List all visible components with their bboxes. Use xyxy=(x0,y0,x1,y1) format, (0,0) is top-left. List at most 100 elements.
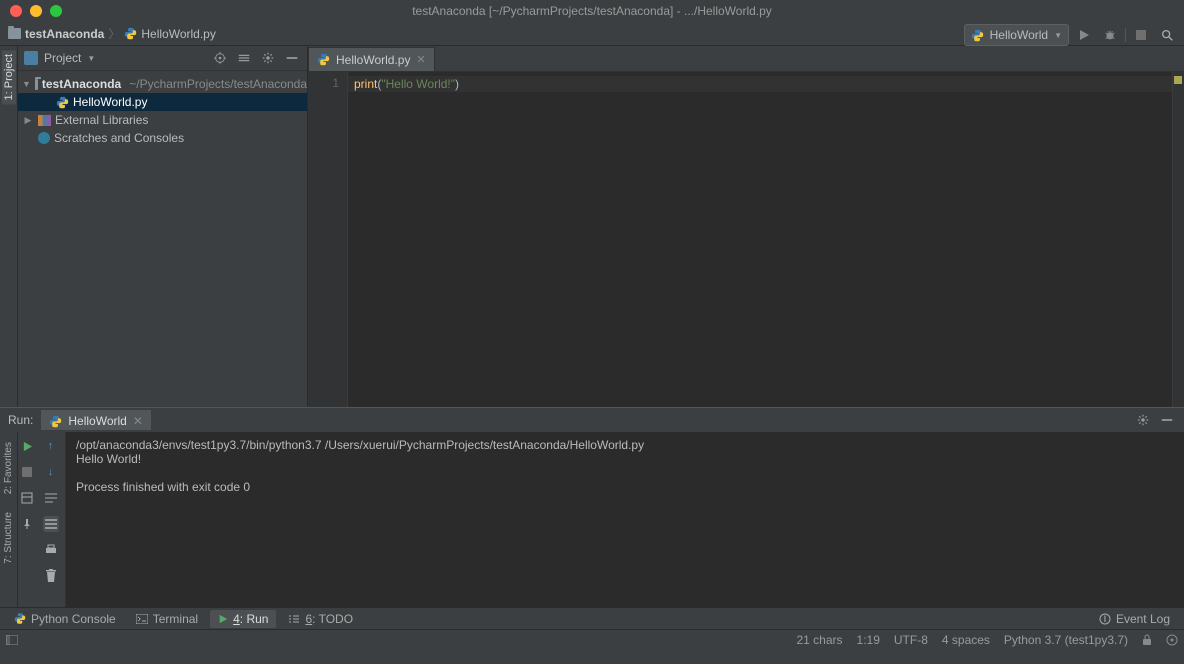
status-indent[interactable]: 4 spaces xyxy=(942,633,990,647)
python-icon xyxy=(14,613,26,625)
tree-scratches[interactable]: Scratches and Consoles xyxy=(18,129,307,147)
tab-run[interactable]: 4: Run xyxy=(210,610,276,628)
code-area[interactable]: print("Hello World!") xyxy=(348,72,1172,407)
run-tool-window: Run: HelloWorld ✕ 2: Favorites 7: Struct… xyxy=(0,407,1184,607)
run-config-label: HelloWorld xyxy=(990,28,1048,42)
trash-icon[interactable] xyxy=(43,568,59,584)
editor-tab-label: HelloWorld.py xyxy=(336,53,410,67)
tab-python-console-label: Python Console xyxy=(31,612,116,626)
status-tool-window-icon[interactable] xyxy=(6,635,18,645)
traffic-lights xyxy=(0,5,62,17)
toolbar-separator xyxy=(1125,28,1126,42)
tool-tab-structure[interactable]: 7: Structure xyxy=(2,508,15,568)
scratches-icon xyxy=(38,132,50,144)
event-log-icon: i xyxy=(1099,613,1111,625)
expand-all-icon[interactable] xyxy=(235,49,253,67)
layout-icon[interactable] xyxy=(19,490,35,506)
breadcrumb-file[interactable]: HelloWorld.py xyxy=(124,27,215,41)
console-line-4: Process finished with exit code 0 xyxy=(76,480,250,494)
run-settings-gear-icon[interactable] xyxy=(1136,413,1150,427)
tree-external-libraries[interactable]: ▶ External Libraries xyxy=(18,111,307,129)
status-interpreter[interactable]: Python 3.7 (test1py3.7) xyxy=(1004,633,1128,647)
close-run-tab-icon[interactable]: ✕ xyxy=(133,414,143,428)
project-view-title[interactable]: Project xyxy=(44,51,81,65)
tab-todo-label: 6: TODO xyxy=(305,612,353,626)
folder-icon xyxy=(8,28,21,39)
svg-text:i: i xyxy=(1104,613,1107,625)
run-console-output[interactable]: /opt/anaconda3/envs/test1py3.7/bin/pytho… xyxy=(66,432,1184,607)
pin-icon[interactable] xyxy=(19,516,35,532)
code-token-function: print xyxy=(354,77,377,91)
locate-file-icon[interactable] xyxy=(211,49,229,67)
status-lock-icon[interactable] xyxy=(1142,634,1152,646)
search-everywhere-button[interactable] xyxy=(1156,24,1178,46)
tab-terminal[interactable]: Terminal xyxy=(128,610,206,628)
scroll-to-end-icon[interactable] xyxy=(43,516,59,532)
editor-area: HelloWorld.py ✕ 1 print("Hello World!") xyxy=(308,46,1184,407)
status-inspector-icon[interactable] xyxy=(1166,634,1178,646)
run-config-selector[interactable]: HelloWorld ▼ xyxy=(964,24,1069,46)
run-toolbar: HelloWorld ▼ xyxy=(964,24,1178,46)
tab-event-log[interactable]: i Event Log xyxy=(1091,610,1178,628)
run-toolbar-primary xyxy=(18,432,36,607)
tool-tab-project[interactable]: 1: Project xyxy=(2,50,16,104)
editor-marker-stripe[interactable] xyxy=(1172,72,1184,407)
status-encoding[interactable]: UTF-8 xyxy=(894,633,928,647)
minimize-window-button[interactable] xyxy=(30,5,42,17)
expand-toggle-icon[interactable]: ▶ xyxy=(22,115,34,126)
chevron-down-icon: ▼ xyxy=(1054,31,1062,40)
run-button[interactable] xyxy=(1073,24,1095,46)
stop-button[interactable] xyxy=(1130,24,1152,46)
run-label: Run: xyxy=(8,413,33,427)
code-token-string: "Hello World!" xyxy=(381,77,455,91)
todo-icon xyxy=(288,614,300,624)
tab-terminal-label: Terminal xyxy=(153,612,198,626)
python-icon xyxy=(971,29,984,42)
left-tool-stripe: 1: Project xyxy=(0,46,18,407)
project-view-icon xyxy=(24,51,38,65)
editor-tab-helloworld[interactable]: HelloWorld.py ✕ xyxy=(308,47,435,71)
tree-external-label: External Libraries xyxy=(55,113,148,127)
breadcrumb-project-label: testAnaconda xyxy=(25,27,104,41)
tree-root-path: ~/PycharmProjects/testAnaconda xyxy=(129,77,307,91)
run-tab-helloworld[interactable]: HelloWorld ✕ xyxy=(41,410,151,430)
debug-button[interactable] xyxy=(1099,24,1121,46)
left-tool-stripe-lower: 2: Favorites 7: Structure xyxy=(0,432,18,607)
tab-run-label: 4: Run xyxy=(233,612,268,626)
project-header: Project ▼ xyxy=(18,46,307,71)
warning-marker-icon[interactable] xyxy=(1174,76,1182,84)
up-stack-icon[interactable]: ↑ xyxy=(43,438,59,454)
stop-run-button[interactable] xyxy=(19,464,35,480)
close-window-button[interactable] xyxy=(10,5,22,17)
bottom-tool-tabs: Python Console Terminal 4: Run 6: TODO i… xyxy=(0,607,1184,629)
status-chars: 21 chars xyxy=(797,633,843,647)
library-icon xyxy=(38,115,51,126)
soft-wrap-icon[interactable] xyxy=(43,490,59,506)
chevron-down-icon[interactable]: ▼ xyxy=(87,54,95,63)
status-cursor-pos[interactable]: 1:19 xyxy=(857,633,880,647)
breadcrumb-project[interactable]: testAnaconda xyxy=(8,27,104,41)
editor-body[interactable]: 1 print("Hello World!") xyxy=(308,72,1184,407)
rerun-button[interactable] xyxy=(19,438,35,454)
breadcrumb-file-label: HelloWorld.py xyxy=(141,27,215,41)
hide-run-window-icon[interactable] xyxy=(1160,413,1174,427)
down-stack-icon[interactable]: ↓ xyxy=(43,464,59,480)
close-tab-icon[interactable]: ✕ xyxy=(416,53,425,66)
settings-gear-icon[interactable] xyxy=(259,49,277,67)
expand-toggle-icon[interactable]: ▼ xyxy=(22,79,31,89)
run-header: Run: HelloWorld ✕ xyxy=(0,408,1184,432)
tab-todo[interactable]: 6: TODO xyxy=(280,610,361,628)
maximize-window-button[interactable] xyxy=(50,5,62,17)
tool-tab-favorites[interactable]: 2: Favorites xyxy=(2,438,15,498)
hide-tool-window-icon[interactable] xyxy=(283,49,301,67)
print-icon[interactable] xyxy=(43,542,59,558)
line-number-1: 1 xyxy=(308,76,339,90)
tree-root[interactable]: ▼ testAnaconda ~/PycharmProjects/testAna… xyxy=(18,75,307,93)
terminal-icon xyxy=(136,614,148,624)
project-tool-window: Project ▼ ▼ testAnaconda ~/PycharmProjec… xyxy=(18,46,308,407)
project-tree[interactable]: ▼ testAnaconda ~/PycharmProjects/testAna… xyxy=(18,71,307,151)
main-area: 1: Project Project ▼ ▼ testAnaconda ~/Py… xyxy=(0,46,1184,407)
breadcrumb-bar: testAnaconda 〉 HelloWorld.py HelloWorld … xyxy=(0,22,1184,46)
tab-python-console[interactable]: Python Console xyxy=(6,610,124,628)
tree-file-helloworld[interactable]: HelloWorld.py xyxy=(18,93,307,111)
